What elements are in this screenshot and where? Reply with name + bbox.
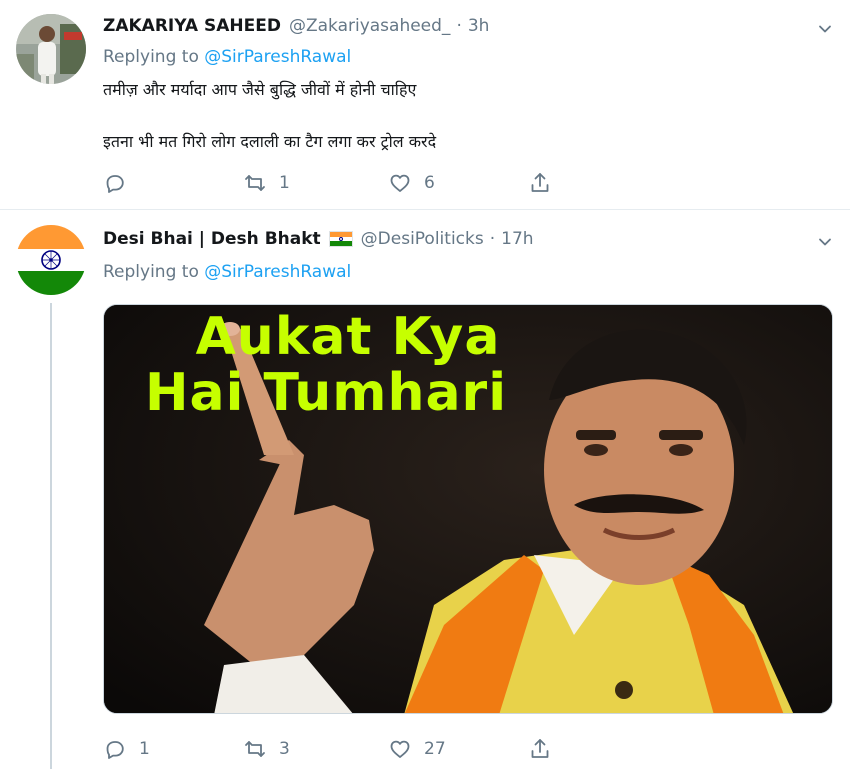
separator-dot: · [489,229,496,249]
share-icon [531,739,549,758]
timestamp[interactable]: 17h [501,229,533,249]
tweet-header: ZAKARIYA SAHEED @Zakariyasaheed_ · 3h [103,16,489,36]
meme-caption-line: Hai Tumhari [144,363,508,423]
like-icon [390,174,410,192]
avatar[interactable] [16,14,86,84]
reply-icon [106,175,124,193]
thread-line [50,303,52,769]
tweet-actions: 1 6 [103,170,563,196]
replying-to: Replying to @SirPareshRawal [103,47,351,67]
meme-caption-line: Aukat Kya [195,307,501,367]
tweet-header: Desi Bhai | Desh Bhakt @DesiPoliticks · … [103,229,534,249]
replying-to-label: Replying to [103,47,205,67]
replying-to: Replying to @SirPareshRawal [103,262,351,282]
retweet-count: 3 [279,739,290,759]
tweet[interactable]: ZAKARIYA SAHEED @Zakariyasaheed_ · 3h Re… [0,0,850,210]
reply-icon [106,741,124,759]
display-name[interactable]: Desi Bhai | Desh Bhakt [103,229,321,249]
india-flag-icon [328,231,353,247]
mention-link[interactable]: @SirPareshRawal [204,262,351,282]
chevron-down-icon[interactable] [818,22,832,36]
like-count: 6 [424,173,435,193]
avatar[interactable] [16,225,86,295]
tweet[interactable]: Desi Bhai | Desh Bhakt @DesiPoliticks · … [0,211,850,769]
india-flag-avatar [16,225,86,295]
like-icon [390,740,410,758]
retweet-icon [245,741,265,757]
chevron-down-icon[interactable] [818,235,832,249]
reply-count: 1 [139,739,150,759]
like-button[interactable]: 6 [388,170,435,196]
user-handle[interactable]: @DesiPoliticks [361,229,484,249]
display-name[interactable]: ZAKARIYA SAHEED [103,16,281,36]
retweet-icon [245,175,265,191]
reply-button[interactable]: 1 [103,736,150,762]
like-button[interactable]: 27 [388,736,446,762]
tweet-actions: 1 3 27 [103,736,563,762]
mention-link[interactable]: @SirPareshRawal [204,47,351,67]
reply-button[interactable] [103,170,139,196]
share-icon [531,173,549,192]
share-button[interactable] [528,736,552,762]
tweet-text-line: तमीज़ और मर्यादा आप जैसे बुद्धि जीवों मे… [103,80,417,99]
user-handle[interactable]: @Zakariyasaheed_ [289,16,450,36]
retweet-count: 1 [279,173,290,193]
replying-to-label: Replying to [103,262,205,282]
timestamp[interactable]: 3h [468,16,490,36]
separator-dot: · [456,16,462,36]
tweet-media-image[interactable]: Aukat Kya Hai Tumhari [103,304,833,714]
share-button[interactable] [528,170,552,196]
retweet-button[interactable]: 1 [243,170,290,196]
tweet-text-line: इतना भी मत गिरो लोग दलाली का टैग लगा कर … [103,132,437,151]
retweet-button[interactable]: 3 [243,736,290,762]
like-count: 27 [424,739,446,759]
